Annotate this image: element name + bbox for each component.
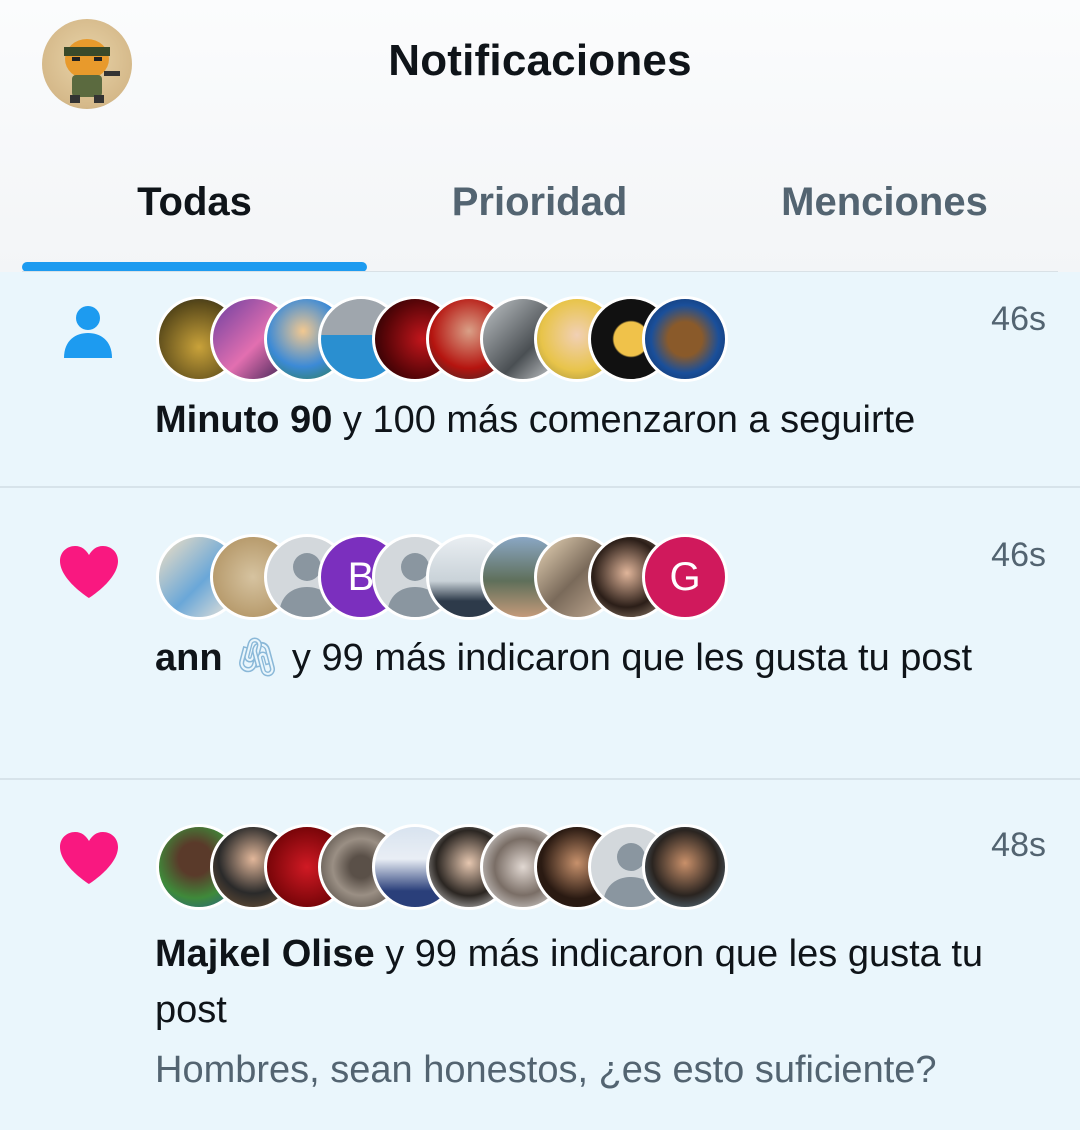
notification-text: Majkel Olise y 99 más indicaron que les … bbox=[155, 926, 1035, 1038]
actor-name[interactable]: Minuto 90 bbox=[155, 399, 332, 441]
avatar-letter: B bbox=[347, 554, 375, 599]
tab-menciones[interactable]: Menciones bbox=[712, 180, 1057, 236]
avatar[interactable]: G bbox=[642, 534, 728, 620]
notification-message: y 99 más indicaron que les gusta tu post bbox=[281, 637, 973, 679]
actor-emoji: 🖇 bbox=[233, 637, 282, 679]
avatar[interactable] bbox=[642, 296, 728, 382]
avatar-letter: G bbox=[669, 554, 701, 599]
notification-item[interactable]: 48s Majkel Olise y 99 más indicaron que … bbox=[0, 780, 1080, 1130]
notification-item[interactable]: 46s Minuto 90 y 100 más comenzaron a seg… bbox=[0, 272, 1080, 488]
heart-icon bbox=[60, 832, 118, 884]
heart-icon bbox=[60, 546, 118, 598]
actor-name[interactable]: Majkel Olise bbox=[155, 933, 375, 975]
person-icon bbox=[64, 306, 112, 358]
notification-time: 48s bbox=[991, 826, 1046, 864]
notification-text: ann 🖇 y 99 más indicaron que les gusta t… bbox=[155, 630, 995, 686]
notification-time: 46s bbox=[991, 536, 1046, 574]
tab-todas[interactable]: Todas bbox=[22, 180, 367, 236]
page-title: Notificaciones bbox=[388, 36, 692, 85]
post-snippet[interactable]: Hombres, sean honestos, ¿es esto suficie… bbox=[155, 1045, 1055, 1095]
notification-text: Minuto 90 y 100 más comenzaron a seguirt… bbox=[155, 392, 1035, 448]
notification-item[interactable]: B G 46s ann 🖇 y 99 más indicaron que les… bbox=[0, 488, 1080, 780]
notification-time: 46s bbox=[991, 300, 1046, 338]
actor-name[interactable]: ann bbox=[155, 637, 223, 679]
avatar[interactable] bbox=[642, 824, 728, 910]
tab-prioridad[interactable]: Prioridad bbox=[367, 180, 712, 236]
notification-message: y 100 más comenzaron a seguirte bbox=[332, 399, 916, 441]
top-bar: Notificaciones Todas Prioridad Menciones bbox=[0, 0, 1080, 272]
